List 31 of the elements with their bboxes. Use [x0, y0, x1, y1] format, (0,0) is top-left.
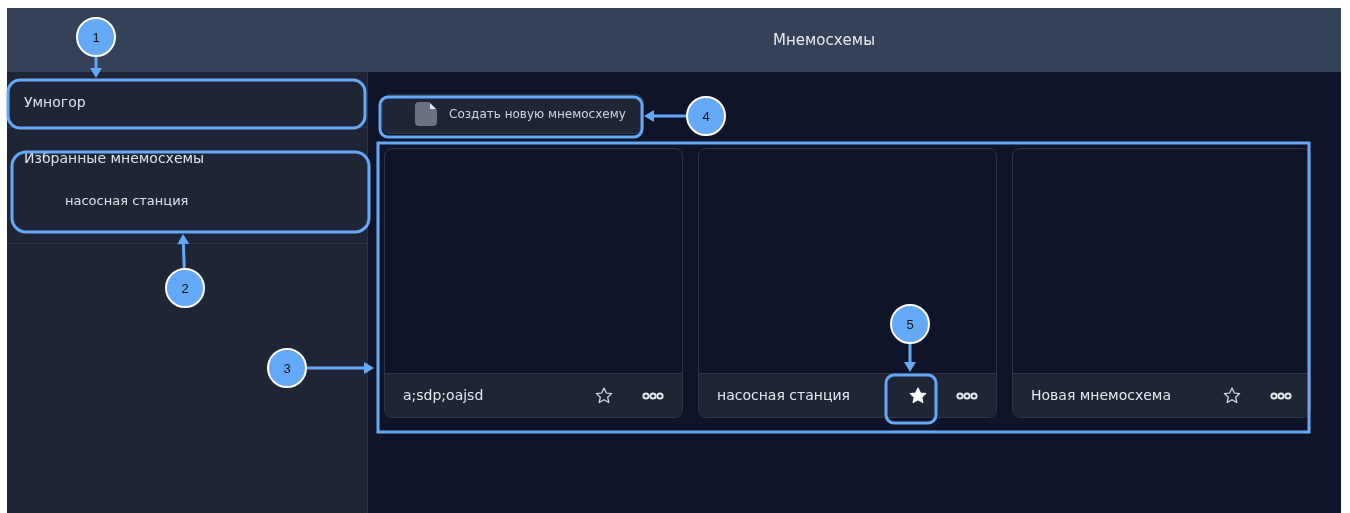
star-outline-icon[interactable]: [594, 385, 614, 406]
callout-marker: [686, 96, 726, 136]
diagram-name: Новая мнемосхема: [1031, 386, 1172, 405]
callout-arrow: [644, 110, 686, 122]
more-icon[interactable]: [642, 392, 664, 400]
callout-number: 5: [906, 317, 914, 332]
favorite-item[interactable]: насосная станция: [65, 193, 189, 208]
callout-arrow: [177, 234, 190, 269]
star-outline-icon[interactable]: [1222, 385, 1242, 406]
more-icon[interactable]: [1270, 392, 1292, 400]
callout-marker: [890, 304, 930, 344]
callout-arrow: [904, 344, 916, 372]
callout-number: 2: [181, 281, 189, 296]
star-icon[interactable]: [908, 385, 928, 406]
callout-number: 3: [283, 361, 291, 376]
document-icon: [415, 102, 437, 126]
callout-number: 1: [92, 30, 100, 45]
callout-marker: [76, 17, 116, 57]
diagram-name: a;sdp;oajsd: [403, 386, 485, 405]
header-title: Мнемосхемы: [773, 29, 875, 51]
diagram-card[interactable]: a;sdp;oajsd: [384, 148, 683, 418]
callout-arrow: [90, 57, 102, 78]
diagram-card[interactable]: Новая мнемосхема: [1012, 148, 1311, 418]
more-icon[interactable]: [956, 392, 978, 400]
callout-marker: [267, 348, 307, 388]
callout-marker: [165, 268, 205, 308]
favorites-heading: Избранные мнемосхемы: [24, 149, 206, 168]
callout-number: 4: [702, 109, 710, 124]
callout-arrow: [307, 362, 374, 374]
project-name[interactable]: Умногор: [24, 94, 86, 110]
diagram-name: насосная станция: [717, 386, 851, 405]
